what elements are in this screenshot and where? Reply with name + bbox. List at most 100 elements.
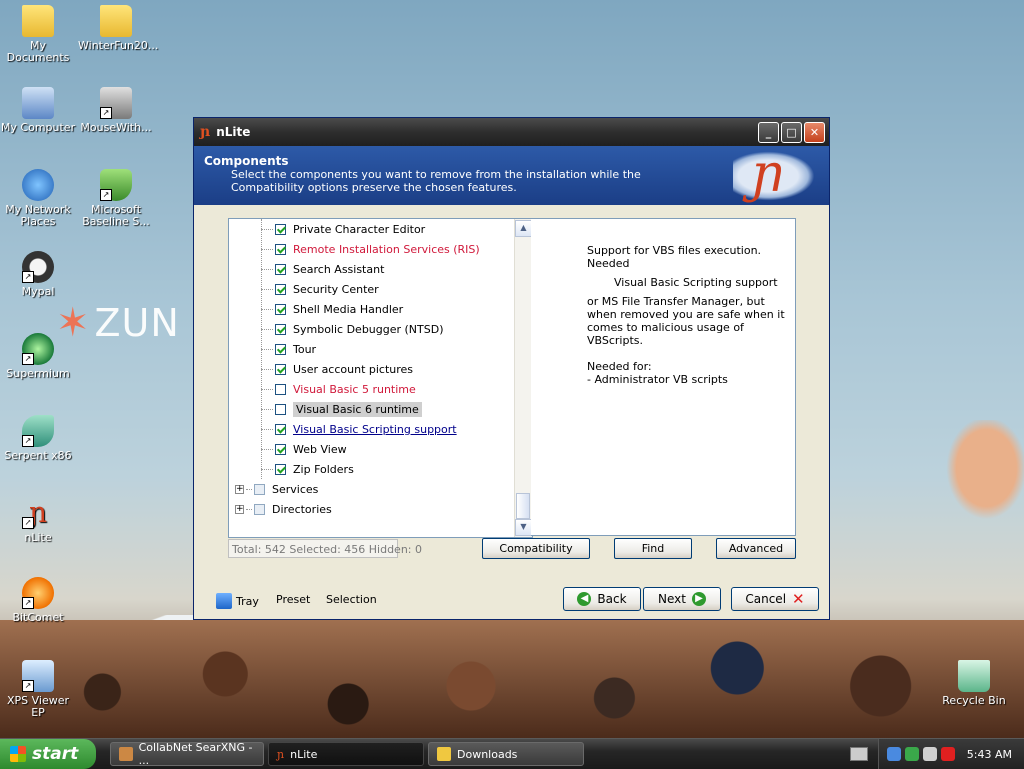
desktop-icon-xps-viewer[interactable]: ↗ XPS Viewer EP [0,660,76,719]
wallpaper-hand [930,420,1024,540]
desktop-icon-label: MouseWith... [80,121,152,134]
cancel-button[interactable]: Cancel ✕ [731,587,819,611]
desktop-icon-mypal[interactable]: ↗ Mypal [0,251,76,298]
tree-item[interactable]: Web View [261,439,347,459]
search-tray-icon[interactable] [887,747,901,761]
status-counts: Total: 542 Selected: 456 Hidden: 0 [228,539,422,558]
minimize-button[interactable]: _ [758,121,779,143]
checkbox[interactable] [275,363,286,375]
page-header: Components Select the components you wan… [194,144,829,205]
security-tray-icon[interactable] [905,747,919,761]
network-tray-icon[interactable] [923,747,937,761]
checkbox[interactable] [275,443,286,455]
nlite-app-icon: ɲ [277,747,285,761]
tree-item[interactable]: Zip Folders [261,459,354,479]
advanced-button[interactable]: Advanced [716,538,796,559]
desktop-icon-my-documents[interactable]: My Documents [0,5,76,64]
find-button[interactable]: Find [614,538,692,559]
checkbox[interactable] [275,283,286,295]
window-titlebar[interactable]: ɲ nLite _ □ ✕ [194,118,829,146]
start-button[interactable]: start [0,739,96,769]
tree-item[interactable]: Remote Installation Services (RIS) [261,239,480,259]
components-tree[interactable]: Private Character Editor Remote Installa… [228,218,533,538]
checkbox[interactable] [275,303,286,315]
needed-for-item: - Administrator VB scripts [587,373,728,386]
shortcut-arrow-icon: ↗ [22,353,34,365]
close-button[interactable]: ✕ [804,121,825,143]
desktop-icon-recycle-bin[interactable]: Recycle Bin [936,660,1012,707]
desktop-icon-nlite[interactable]: ɲ ↗ nLite [0,497,76,544]
clock[interactable]: 5:43 AM [967,748,1012,761]
tree-group-services[interactable]: + Services [235,479,318,499]
recycle-bin-icon [958,660,990,692]
back-arrow-icon: ◀ [577,592,592,606]
selection-button[interactable]: Selection [326,593,377,606]
wallpaper-crowd [0,620,1024,740]
expand-plus-icon[interactable]: + [235,484,244,494]
description-text: or MS File Transfer Manager, but when re… [587,295,785,347]
tree-item-selected[interactable]: Visual Basic 6 runtime [261,399,422,419]
xps-viewer-icon: ↗ [22,660,54,692]
desktop-icon-serpent[interactable]: ↗ Serpent x86 [0,415,76,462]
checkbox[interactable] [275,243,286,255]
tree-item[interactable]: Shell Media Handler [261,299,403,319]
desktop-icon-mbsa[interactable]: ↗ Microsoft Baseline S... [78,169,154,228]
checkbox[interactable] [254,503,265,515]
taskbar-item-downloads[interactable]: Downloads [428,742,584,766]
taskbar-item-searxng[interactable]: CollabNet SearXNG - ... [110,741,264,767]
desktop-icon-supermium[interactable]: ↗ Supermium [0,333,76,380]
scroll-up-button[interactable]: ▲ [515,220,532,237]
keyboard-icon[interactable] [850,747,868,761]
folder-icon [22,5,54,37]
scroll-down-button[interactable]: ▼ [515,519,532,536]
tree-scrollbar[interactable]: ▲ ▼ [514,219,532,537]
tree-item[interactable]: Security Center [261,279,379,299]
tree-item[interactable]: User account pictures [261,359,413,379]
checkbox[interactable] [254,483,265,495]
tray-button[interactable]: Tray [216,593,259,609]
checkbox[interactable] [275,263,286,275]
tree-item[interactable]: Visual Basic 5 runtime [261,379,416,399]
next-label: Next [658,592,686,606]
tree-item-hover[interactable]: Visual Basic Scripting support [261,419,457,439]
desktop-icon-bitcomet[interactable]: ↗ BitComet [0,577,76,624]
desktop-icon-label: Microsoft Baseline S... [82,203,150,228]
checkbox[interactable] [275,463,286,475]
shortcut-arrow-icon: ↗ [22,435,34,447]
checkbox[interactable] [275,343,286,355]
desktop-icon-mousewith[interactable]: ↗ MouseWith... [78,87,154,134]
taskbar-item-nlite[interactable]: ɲ nLite [268,742,424,766]
needed-for-label: Needed for: [587,360,652,373]
checkbox[interactable] [275,383,286,395]
computer-icon [22,87,54,119]
preset-button[interactable]: Preset [276,593,310,606]
checkbox[interactable] [275,223,286,235]
back-label: Back [597,592,627,606]
compatibility-button[interactable]: Compatibility [482,538,590,559]
tree-item[interactable]: Search Assistant [261,259,384,279]
desktop-icon-my-computer[interactable]: My Computer [0,87,76,134]
nlite-header-logo: ɲ [733,144,821,204]
desktop-icon-my-network-places[interactable]: My Network Places [0,169,76,228]
expand-plus-icon[interactable]: + [235,504,244,514]
checkbox[interactable] [275,403,286,415]
next-button[interactable]: Next ▶ [643,587,721,611]
serpent-icon: ↗ [22,415,54,447]
folder-icon [437,747,451,761]
system-tray: 5:43 AM [878,739,1024,769]
tree-item[interactable]: Private Character Editor [261,219,425,239]
bitcomet-icon: ↗ [22,577,54,609]
desktop-icon-winterfun[interactable]: WinterFun20... [78,5,158,52]
back-button[interactable]: ◀ Back [563,587,641,611]
tree-item[interactable]: Symbolic Debugger (NTSD) [261,319,444,339]
tree-group-directories[interactable]: + Directories [235,499,332,519]
browser-icon [119,747,133,761]
scroll-thumb[interactable] [516,493,530,519]
checkbox[interactable] [275,323,286,335]
tree-item[interactable]: Tour [261,339,316,359]
alert-tray-icon[interactable] [941,747,955,761]
desktop-icon-label: Mypal [21,285,55,298]
task-label: CollabNet SearXNG - ... [138,741,253,767]
maximize-button[interactable]: □ [781,121,802,143]
checkbox[interactable] [275,423,286,435]
